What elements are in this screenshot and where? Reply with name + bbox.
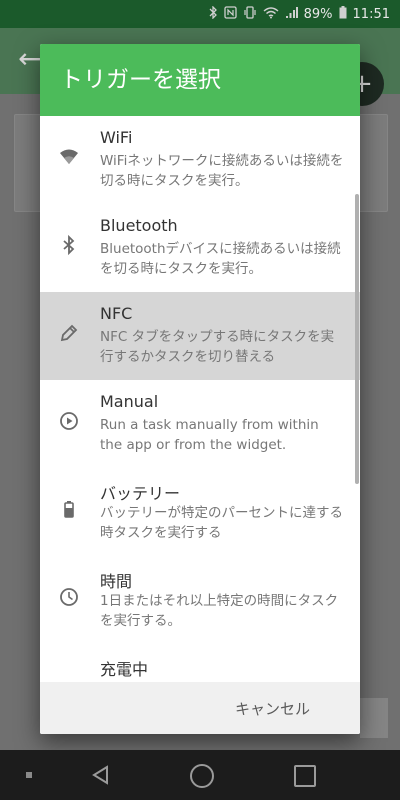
trigger-description: Bluetoothデバイスに接続あるいは接続を切る時にタスクを実行。 (100, 241, 341, 277)
trigger-item-nfc[interactable]: NFC NFC タブをタップする時にタスクを実行するかタスクを切り替える (40, 292, 360, 380)
battery-icon (58, 498, 80, 520)
trigger-item-manual[interactable]: Manual Run a task manually from within t… (40, 380, 360, 468)
trigger-list[interactable]: WiFi WiFiネットワークに接続あるいは接続を切る時にタスクを実行。 Blu… (40, 116, 360, 682)
navigation-bar (0, 750, 400, 800)
trigger-description: バッテリーが特定のパーセントに達する時タスクを実行する (100, 505, 343, 541)
trigger-description: Run a task manually from within the app … (100, 417, 319, 453)
trigger-item-charging[interactable]: 充電中 (40, 644, 360, 682)
dialog-title: トリガーを選択 (40, 44, 360, 116)
trigger-item-battery[interactable]: バッテリー バッテリーが特定のパーセントに達する時タスクを実行する (40, 468, 360, 556)
vibrate-icon (243, 6, 257, 22)
trigger-title: バッテリー (100, 484, 181, 503)
bluetooth-icon (58, 234, 80, 256)
dialog-footer: キャンセル (40, 682, 360, 734)
cancel-button[interactable]: キャンセル (229, 694, 316, 723)
clock-time: 11:51 (352, 6, 390, 22)
trigger-title: NFC (100, 304, 133, 323)
trigger-title: WiFi (100, 128, 133, 147)
play-circle-icon (58, 410, 80, 432)
list-scrollbar[interactable] (355, 194, 359, 484)
charging-icon (58, 674, 80, 682)
trigger-title: Bluetooth (100, 216, 178, 235)
clock-icon (58, 586, 80, 608)
bluetooth-icon (208, 5, 218, 22)
trigger-description: NFC タブをタップする時にタスクを実行するかタスクを切り替える (100, 329, 335, 365)
wifi-icon (58, 146, 80, 168)
trigger-title: 時間 (100, 572, 133, 591)
home-nav-icon[interactable] (190, 764, 214, 788)
status-bar: 89% 11:51 (0, 0, 400, 28)
trigger-item-wifi[interactable]: WiFi WiFiネットワークに接続あるいは接続を切る時にタスクを実行。 (40, 116, 360, 204)
trigger-item-bluetooth[interactable]: Bluetooth Bluetoothデバイスに接続あるいは接続を切る時にタスク… (40, 204, 360, 292)
trigger-title: 充電中 (100, 660, 149, 679)
signal-icon (285, 6, 298, 22)
wifi-icon (263, 6, 279, 22)
trigger-title: Manual (100, 392, 159, 411)
nfc-icon (223, 6, 237, 22)
trigger-item-time[interactable]: 時間 1日またはそれ以上特定の時間にタスクを実行する。 (40, 556, 360, 644)
nav-indicator-dot (26, 772, 32, 778)
back-nav-icon[interactable] (90, 764, 112, 786)
battery-icon (339, 6, 347, 22)
recent-apps-icon[interactable] (294, 765, 316, 787)
trigger-select-dialog: トリガーを選択 WiFi WiFiネットワークに接続あるいは接続を切る時にタスク… (40, 44, 360, 734)
trigger-description: 1日またはそれ以上特定の時間にタスクを実行する。 (100, 593, 339, 629)
nfc-tag-icon (58, 322, 80, 344)
back-arrow-icon: ← (18, 42, 42, 75)
battery-percent: 89% (303, 6, 333, 22)
background-button (360, 698, 388, 738)
trigger-description: WiFiネットワークに接続あるいは接続を切る時にタスクを実行。 (100, 153, 344, 189)
